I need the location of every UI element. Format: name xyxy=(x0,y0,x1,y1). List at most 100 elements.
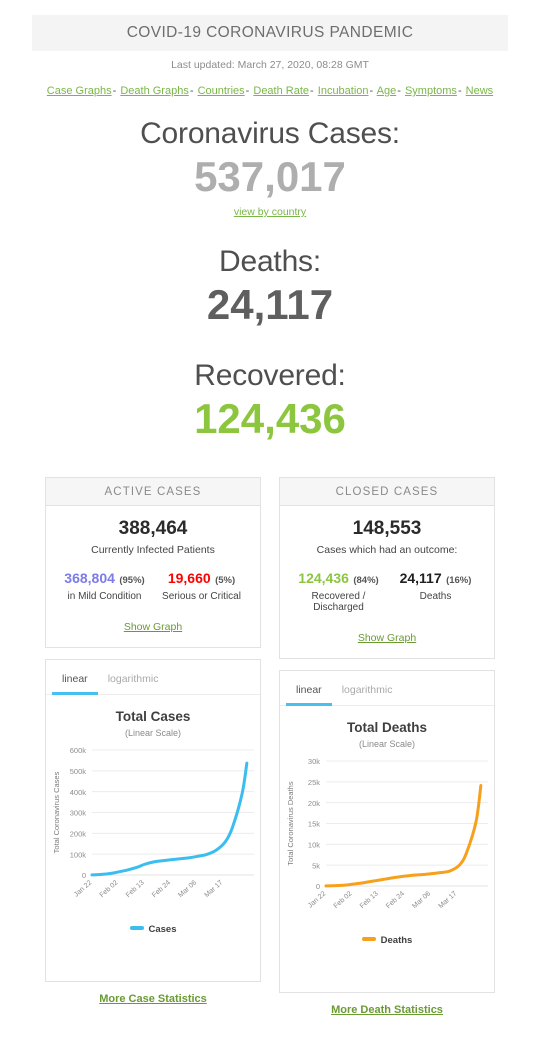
svg-text:Feb 02: Feb 02 xyxy=(333,890,354,910)
deaths-label: Deaths: xyxy=(219,245,321,278)
svg-text:500k: 500k xyxy=(70,767,87,776)
tab-deaths-linear[interactable]: linear xyxy=(286,681,332,706)
active-show-graph-wrap: Show Graph xyxy=(56,621,250,633)
mild-condition-value: 368,804 xyxy=(64,570,115,586)
legend-swatch-cases-icon xyxy=(129,926,144,931)
closed-show-graph-link[interactable]: Show Graph xyxy=(358,632,416,644)
total-cases-chart-panel: linear logarithmic Total Cases (Linear S… xyxy=(45,659,261,982)
closed-cases-split: 124,436 (84%) Recovered / Discharged 24,… xyxy=(290,570,484,613)
mild-condition-group: 368,804 (95%) in Mild Condition xyxy=(56,570,153,602)
more-death-statistics-wrap: More Death Statistics xyxy=(279,1004,495,1016)
total-deaths-svg: 0 5k 10k 15k 20k 25k 30k Total Coronavirus Deat… xyxy=(286,757,488,910)
nav-link-symptoms[interactable]: Symptoms xyxy=(405,85,457,97)
closed-deaths-label: Deaths xyxy=(419,591,452,602)
left-column: ACTIVE CASES 388,464 Currently Infected … xyxy=(45,477,261,1016)
svg-text:10k: 10k xyxy=(308,841,320,850)
tab-cases-linear[interactable]: linear xyxy=(52,670,98,695)
nav-link-death-rate[interactable]: Death Rate xyxy=(253,85,309,97)
svg-text:600k: 600k xyxy=(70,746,87,755)
closed-show-graph-wrap: Show Graph xyxy=(290,632,484,644)
recovered-value: 124,436 xyxy=(194,395,346,442)
total-deaths-legend: Deaths xyxy=(280,935,494,946)
svg-text:Feb 24: Feb 24 xyxy=(151,879,172,899)
svg-text:Jan 22: Jan 22 xyxy=(73,879,93,898)
svg-text:0: 0 xyxy=(82,871,86,880)
total-cases-chart-subtitle: (Linear Scale) xyxy=(124,728,182,738)
page-root: COVID-19 CORONAVIRUS PANDEMIC Last updat… xyxy=(0,15,540,1039)
svg-text:Total Coronavirus Deaths: Total Coronavirus Deaths xyxy=(286,781,295,865)
svg-text:Feb 13: Feb 13 xyxy=(125,879,146,899)
nav-link-death-graphs[interactable]: Death Graphs xyxy=(120,85,188,97)
active-cases-panel: ACTIVE CASES 388,464 Currently Infected … xyxy=(45,477,261,648)
nav-link-incubation[interactable]: Incubation xyxy=(318,85,369,97)
recovered-discharged-group: 124,436 (84%) Recovered / Discharged xyxy=(290,570,387,613)
page-title-bar: COVID-19 CORONAVIRUS PANDEMIC xyxy=(32,15,508,51)
cases-scale-tabs: linear logarithmic xyxy=(46,660,260,695)
svg-text:Mar 06: Mar 06 xyxy=(177,879,198,899)
more-death-statistics-link[interactable]: More Death Statistics xyxy=(331,1004,443,1016)
svg-text:20k: 20k xyxy=(308,799,320,808)
closed-cases-body: 148,553 Cases which had an outcome: 124,… xyxy=(280,506,494,658)
view-by-country-link[interactable]: view by country xyxy=(234,206,306,218)
active-cases-split: 368,804 (95%) in Mild Condition 19,660 (… xyxy=(56,570,250,602)
closed-deaths-pct: (16%) xyxy=(446,575,472,586)
svg-text:Mar 17: Mar 17 xyxy=(203,879,224,899)
deaths-counter: Deaths: 24,117 xyxy=(0,245,540,329)
svg-text:Total Coronavirus Cases: Total Coronavirus Cases xyxy=(52,771,61,853)
mild-condition-label: in Mild Condition xyxy=(67,591,142,602)
last-updated-text: Last updated: March 27, 2020, 08:28 GMT xyxy=(171,59,369,71)
total-deaths-chart-subtitle: (Linear Scale) xyxy=(358,739,416,749)
tab-cases-logarithmic[interactable]: logarithmic xyxy=(98,670,169,694)
closed-deaths-group: 24,117 (16%) Deaths xyxy=(387,570,484,613)
serious-critical-value: 19,660 xyxy=(167,570,211,586)
active-cases-heading: ACTIVE CASES xyxy=(46,478,260,506)
nav-sep: - xyxy=(369,85,374,97)
total-deaths-chart-panel: linear logarithmic Total Deaths (Linear … xyxy=(279,670,495,993)
total-cases-svg: 0 100k 200k 300k 400k 500k 600k Total Coronavir… xyxy=(52,746,254,899)
svg-text:0: 0 xyxy=(316,882,320,891)
legend-label-deaths: Deaths xyxy=(380,935,413,946)
active-cases-total: 388,464 xyxy=(118,518,188,539)
serious-critical-label: Serious or Critical xyxy=(162,591,241,602)
nav-sep: - xyxy=(189,85,194,97)
nav-link-news[interactable]: News xyxy=(466,85,494,97)
total-cases-legend: Cases xyxy=(46,924,260,935)
more-case-statistics-wrap: More Case Statistics xyxy=(45,993,261,1005)
recovered-label: Recovered: xyxy=(194,359,346,392)
nav-link-case-graphs[interactable]: Case Graphs xyxy=(47,85,112,97)
recovered-discharged-pct: (84%) xyxy=(353,575,379,586)
nav-sep: - xyxy=(245,85,250,97)
svg-text:Jan 22: Jan 22 xyxy=(307,890,327,909)
closed-cases-heading: CLOSED CASES xyxy=(280,478,494,506)
nav-link-age[interactable]: Age xyxy=(377,85,397,97)
svg-text:Mar 17: Mar 17 xyxy=(437,890,458,910)
closed-cases-panel: CLOSED CASES 148,553 Cases which had an … xyxy=(279,477,495,659)
svg-text:400k: 400k xyxy=(70,788,87,797)
coronavirus-cases-counter: Coronavirus Cases: 537,017 view by count… xyxy=(0,117,540,218)
tab-deaths-logarithmic[interactable]: logarithmic xyxy=(332,681,403,705)
svg-text:Feb 24: Feb 24 xyxy=(385,890,406,910)
active-show-graph-link[interactable]: Show Graph xyxy=(124,621,182,633)
closed-deaths-value: 24,117 xyxy=(399,570,442,586)
total-cases-chart-title: Total Cases xyxy=(115,709,191,724)
serious-critical-group: 19,660 (5%) Serious or Critical xyxy=(153,570,250,602)
recovered-discharged-label: Recovered / Discharged xyxy=(311,591,366,613)
svg-text:Feb 02: Feb 02 xyxy=(99,879,120,899)
total-cases-plot: 0 100k 200k 300k 400k 500k 600k Total Coronavir… xyxy=(46,744,260,919)
top-nav: Case Graphs- Death Graphs- Countries- De… xyxy=(0,85,540,97)
closed-cases-total: 148,553 xyxy=(352,518,422,539)
svg-text:15k: 15k xyxy=(308,820,320,829)
recovered-counter: Recovered: 124,436 xyxy=(0,359,540,443)
svg-text:25k: 25k xyxy=(308,778,320,787)
svg-text:5k: 5k xyxy=(312,861,320,870)
more-case-statistics-link[interactable]: More Case Statistics xyxy=(99,993,207,1005)
mild-condition-pct: (95%) xyxy=(119,575,145,586)
total-deaths-plot: 0 5k 10k 15k 20k 25k 30k Total Coronavirus Deat… xyxy=(280,755,494,930)
legend-swatch-deaths-icon xyxy=(361,937,376,942)
nav-link-countries[interactable]: Countries xyxy=(198,85,245,97)
right-column: CLOSED CASES 148,553 Cases which had an … xyxy=(279,477,495,1016)
deaths-value: 24,117 xyxy=(206,281,334,328)
deaths-scale-tabs: linear logarithmic xyxy=(280,671,494,706)
coronavirus-cases-value: 537,017 xyxy=(194,153,346,200)
total-deaths-chart-title: Total Deaths xyxy=(346,720,427,735)
